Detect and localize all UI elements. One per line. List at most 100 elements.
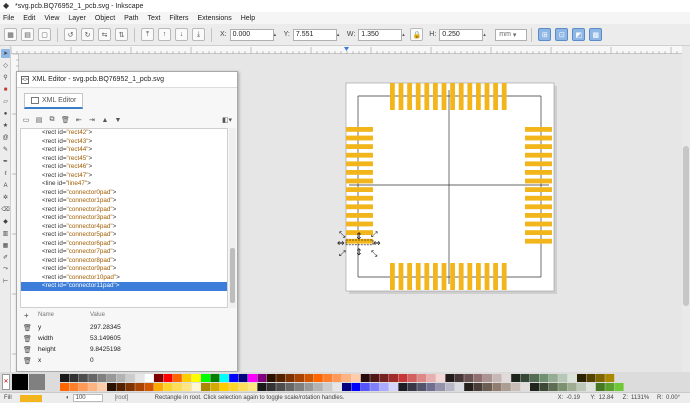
pad-top[interactable] bbox=[450, 83, 455, 110]
color-swatch[interactable] bbox=[229, 383, 239, 391]
color-swatch[interactable] bbox=[492, 374, 502, 382]
star-tool-icon[interactable]: ★ bbox=[1, 121, 10, 130]
delete-node-icon[interactable]: 🗑 bbox=[61, 115, 70, 125]
color-swatch[interactable] bbox=[332, 374, 342, 382]
width-field[interactable]: 1.350 bbox=[358, 28, 403, 41]
lower-node-icon[interactable]: ▼ bbox=[114, 115, 122, 125]
pad-bottom[interactable] bbox=[398, 263, 404, 290]
color-swatch[interactable] bbox=[88, 374, 98, 382]
color-swatch[interactable] bbox=[595, 383, 605, 391]
trash-icon[interactable]: 🗑 bbox=[20, 335, 34, 343]
pad-top[interactable] bbox=[441, 83, 447, 110]
color-swatch[interactable] bbox=[323, 383, 333, 391]
connector-tool-icon[interactable]: ⤳ bbox=[1, 265, 10, 274]
mesh-tool-icon[interactable]: ▦ bbox=[1, 241, 10, 250]
color-swatch[interactable] bbox=[210, 374, 220, 382]
x-field[interactable]: 0.000 bbox=[229, 28, 274, 41]
fill-indicator[interactable] bbox=[20, 394, 42, 402]
color-swatch[interactable] bbox=[135, 374, 145, 382]
color-swatch[interactable] bbox=[379, 383, 389, 391]
color-swatch[interactable] bbox=[454, 383, 464, 391]
color-swatch[interactable] bbox=[417, 383, 427, 391]
flip-horizontal-icon[interactable]: ⇆ bbox=[98, 28, 111, 41]
color-swatch[interactable] bbox=[530, 374, 539, 382]
color-swatch[interactable] bbox=[605, 383, 615, 391]
pad-bottom[interactable] bbox=[476, 263, 481, 290]
text-tool-icon[interactable]: A bbox=[1, 181, 10, 190]
xml-node-row[interactable]: <rect id="connector5pad"> bbox=[21, 231, 227, 240]
color-swatch[interactable] bbox=[60, 374, 69, 382]
color-swatch[interactable] bbox=[69, 383, 79, 391]
pad-right[interactable] bbox=[525, 152, 552, 158]
color-swatch[interactable] bbox=[154, 374, 163, 382]
rotate-ccw-icon[interactable]: ↺ bbox=[64, 28, 77, 41]
menu-layer[interactable]: Layer bbox=[68, 15, 86, 22]
xml-node-row[interactable]: <rect id="connector8pad"> bbox=[21, 257, 227, 266]
transform-gradients-icon[interactable]: ◩ bbox=[572, 28, 586, 41]
scale-handle-icon[interactable]: ⇔ bbox=[337, 239, 345, 249]
color-swatch[interactable] bbox=[464, 383, 474, 391]
color-swatch[interactable] bbox=[360, 374, 370, 382]
color-swatch[interactable] bbox=[548, 374, 558, 382]
color-swatch[interactable] bbox=[614, 383, 624, 391]
color-swatch[interactable] bbox=[539, 374, 549, 382]
palette-swatches[interactable] bbox=[60, 374, 680, 391]
pen-tool-icon[interactable]: ✒ bbox=[1, 157, 10, 166]
pad-left[interactable] bbox=[346, 127, 373, 132]
pad-bottom[interactable] bbox=[501, 263, 507, 290]
pad-right[interactable] bbox=[525, 195, 552, 201]
pad-bottom[interactable] bbox=[484, 263, 490, 290]
pad-bottom[interactable] bbox=[390, 263, 395, 290]
color-swatch[interactable] bbox=[125, 383, 135, 391]
pad-left[interactable] bbox=[346, 178, 373, 184]
xml-node-row[interactable]: <rect id="connector7pad"> bbox=[21, 248, 227, 257]
pad-top[interactable] bbox=[407, 83, 412, 110]
new-text-node-icon[interactable]: ▤ bbox=[35, 115, 43, 125]
xml-node-row[interactable]: <rect id="connector9pad"> bbox=[21, 265, 227, 274]
measure-tool-icon[interactable]: ⊢ bbox=[1, 277, 10, 286]
gradient-tool-icon[interactable]: ▥ bbox=[1, 229, 10, 238]
color-swatch[interactable] bbox=[219, 383, 229, 391]
color-swatch[interactable] bbox=[191, 383, 201, 391]
color-swatch[interactable] bbox=[276, 374, 286, 382]
color-swatch[interactable] bbox=[97, 383, 107, 391]
pad-bottom[interactable] bbox=[441, 263, 447, 290]
color-swatch[interactable] bbox=[511, 374, 521, 382]
color-swatch[interactable] bbox=[257, 383, 267, 391]
raise-icon[interactable]: ↑ bbox=[158, 28, 171, 41]
color-swatch[interactable] bbox=[276, 383, 286, 391]
rotation-field[interactable]: 0.00° bbox=[666, 395, 690, 401]
scale-handle-icon[interactable]: ⤢ bbox=[370, 230, 377, 239]
black-swatch[interactable] bbox=[12, 374, 28, 390]
color-swatch[interactable] bbox=[426, 383, 436, 391]
color-swatch[interactable] bbox=[210, 383, 220, 391]
color-swatch[interactable] bbox=[313, 374, 323, 382]
pad-bottom[interactable] bbox=[415, 263, 421, 290]
xml-node-row[interactable]: <rect id="connector0pad"> bbox=[21, 189, 227, 198]
color-swatch[interactable] bbox=[407, 383, 417, 391]
pad-top[interactable] bbox=[424, 83, 430, 110]
color-swatch[interactable] bbox=[351, 383, 361, 391]
color-swatch[interactable] bbox=[304, 383, 314, 391]
color-swatch[interactable] bbox=[69, 374, 79, 382]
new-element-node-icon[interactable]: ▭ bbox=[22, 115, 30, 125]
gray-swatch[interactable] bbox=[29, 374, 45, 390]
color-swatch[interactable] bbox=[257, 374, 267, 382]
menu-object[interactable]: Object bbox=[95, 15, 115, 22]
color-swatch[interactable] bbox=[389, 374, 398, 382]
xml-node-row[interactable]: <rect id="connector10pad"> bbox=[21, 274, 227, 283]
opacity-field[interactable]: 100 bbox=[72, 394, 103, 402]
lower-to-bottom-icon[interactable]: ⤓ bbox=[192, 28, 205, 41]
vertical-scrollbar[interactable] bbox=[682, 46, 690, 372]
color-swatch[interactable] bbox=[520, 374, 530, 382]
color-swatch[interactable] bbox=[530, 383, 539, 391]
color-swatch[interactable] bbox=[548, 383, 558, 391]
pad-right[interactable] bbox=[525, 187, 552, 192]
pad-left[interactable] bbox=[346, 221, 373, 227]
color-swatch[interactable] bbox=[605, 374, 615, 382]
color-swatch[interactable] bbox=[558, 383, 568, 391]
pad-left[interactable] bbox=[346, 213, 373, 218]
color-swatch[interactable] bbox=[295, 374, 304, 382]
pad-left[interactable] bbox=[346, 187, 373, 192]
color-swatch[interactable] bbox=[417, 374, 427, 382]
